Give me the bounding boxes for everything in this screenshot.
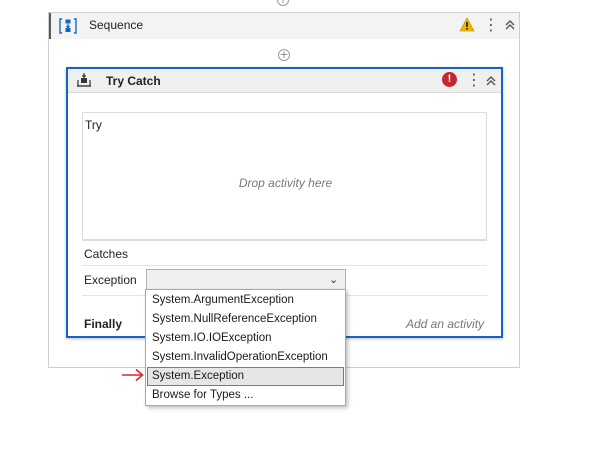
- red-pointer-arrow-icon: [120, 366, 146, 387]
- more-options-icon[interactable]: ⋮: [466, 70, 482, 90]
- divider: [82, 240, 487, 241]
- catches-label: Catches: [84, 247, 129, 261]
- try-catch-header: Try Catch ! ⋮: [68, 69, 501, 93]
- sequence-title: Sequence: [89, 18, 144, 32]
- warning-icon[interactable]: [459, 17, 475, 35]
- dropdown-option[interactable]: System.InvalidOperationException: [146, 348, 345, 367]
- collapse-chevrons-icon[interactable]: [484, 72, 498, 90]
- try-catch-title: Try Catch: [106, 74, 161, 88]
- exception-type-select[interactable]: ⌄: [146, 269, 346, 290]
- sequence-header: Sequence ⋮: [49, 13, 519, 39]
- dropdown-option[interactable]: System.IO.IOException: [146, 329, 345, 348]
- add-activity-top-button[interactable]: +: [277, 0, 289, 6]
- finally-label: Finally: [84, 317, 123, 331]
- add-activity-plus-icon[interactable]: +: [278, 49, 290, 61]
- collapse-chevrons-icon[interactable]: [503, 16, 517, 34]
- exception-type-dropdown[interactable]: System.ArgumentException System.NullRefe…: [145, 289, 346, 406]
- dropdown-option-selected[interactable]: System.Exception: [147, 367, 344, 386]
- dropdown-option[interactable]: System.NullReferenceException: [146, 310, 345, 329]
- try-catch-activity-icon: [76, 72, 92, 91]
- drop-activity-placeholder: Drop activity here: [238, 176, 333, 190]
- sequence-activity-icon: [59, 17, 77, 38]
- try-drop-zone[interactable]: Try Drop activity here: [82, 112, 487, 240]
- more-options-icon[interactable]: ⋮: [483, 15, 499, 35]
- chevron-down-icon[interactable]: ⌄: [329, 273, 338, 286]
- error-icon[interactable]: !: [442, 72, 457, 87]
- browse-for-types-option[interactable]: Browse for Types ...: [146, 386, 345, 405]
- dropdown-option[interactable]: System.ArgumentException: [146, 291, 345, 310]
- add-activity-link[interactable]: Add an activity: [406, 317, 484, 331]
- exception-label: Exception: [84, 273, 137, 287]
- try-label: Try: [85, 118, 102, 132]
- divider: [82, 265, 487, 266]
